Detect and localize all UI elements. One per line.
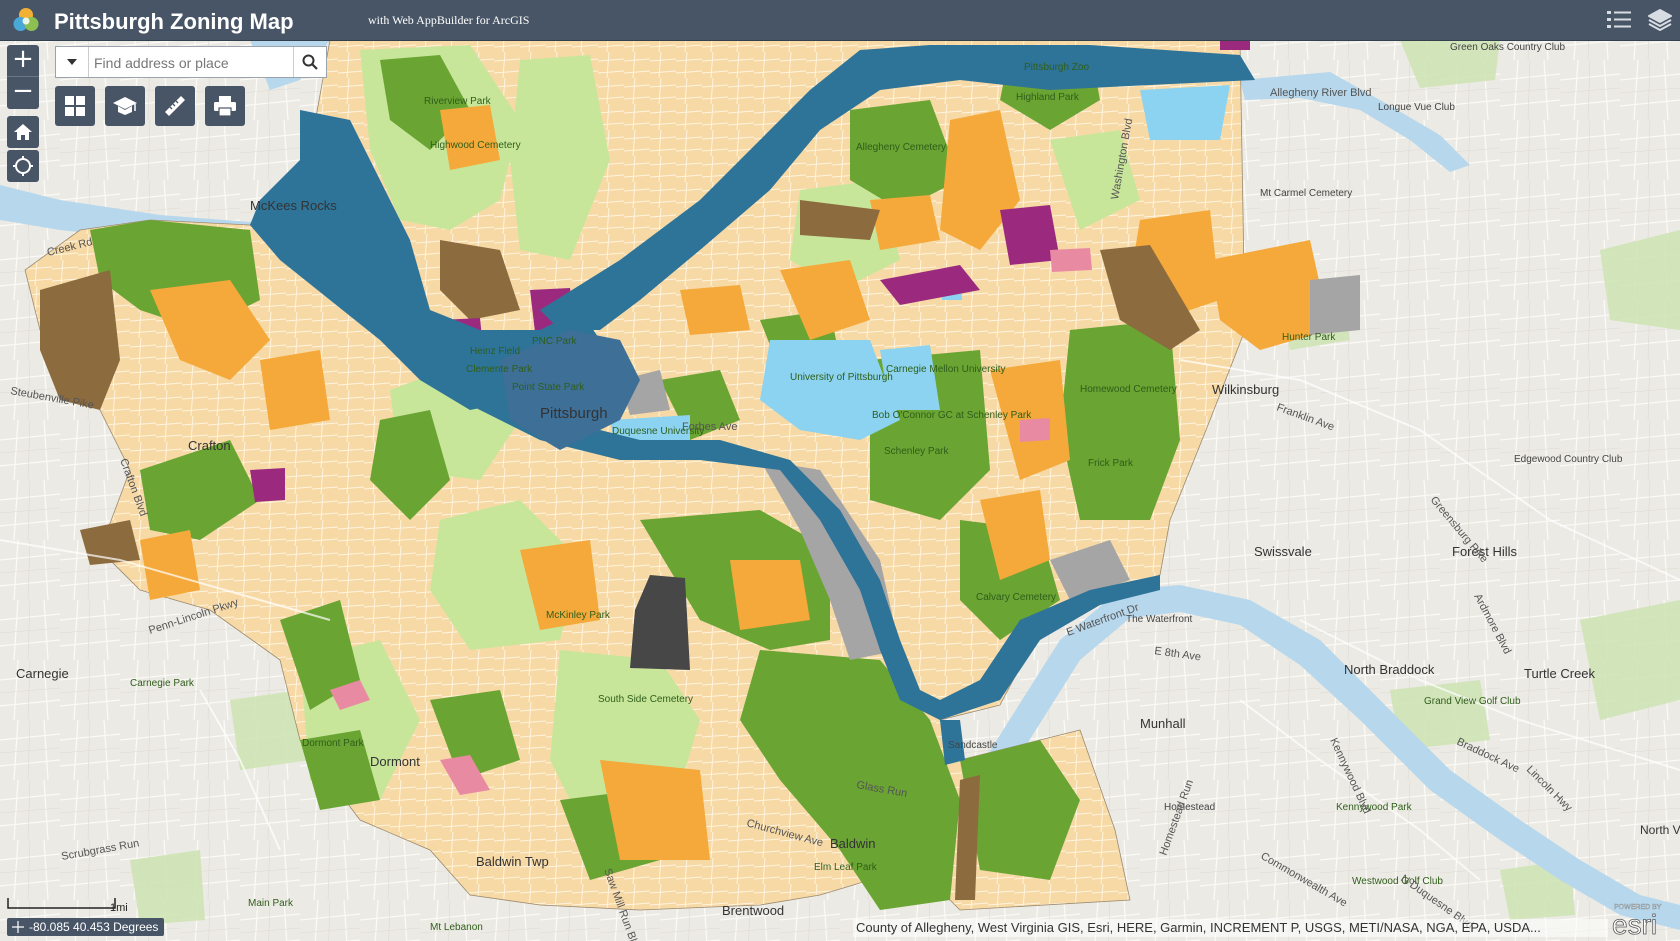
- park-label: Riverview Park: [424, 96, 492, 107]
- measurement-button[interactable]: [155, 86, 195, 126]
- place-label: Turtle Creek: [1524, 666, 1596, 681]
- park-label: Westwood Golf Club: [1352, 876, 1443, 887]
- search-widget: [55, 46, 327, 78]
- park-label: Bob O'Connor GC at Schenley Park: [872, 410, 1032, 421]
- attribution: County of Allegheny, West Virginia GIS, …: [853, 919, 1608, 937]
- zoom-out-button[interactable]: −: [7, 77, 39, 108]
- place-label: North Braddock: [1344, 662, 1435, 677]
- road-label: Allegheny River Blvd: [1270, 87, 1372, 99]
- locate-icon: [13, 156, 33, 176]
- place-label: North Versailles: [1640, 823, 1680, 837]
- layers-icon[interactable]: [1645, 6, 1675, 34]
- home-button[interactable]: [7, 116, 39, 148]
- park-label: Carnegie Mellon University: [886, 364, 1006, 375]
- park-label: Schenley Park: [884, 446, 949, 457]
- park-label: McKinley Park: [546, 610, 611, 621]
- grid-icon: [65, 96, 85, 116]
- park-label: Grand View Golf Club: [1424, 696, 1521, 707]
- coordinate-text: -80.085 40.453 Degrees: [29, 920, 159, 934]
- place-label: Pittsburgh: [540, 405, 608, 422]
- park-label: Calvary Cemetery: [976, 592, 1056, 603]
- park-label: South Side Cemetery: [598, 694, 693, 705]
- search-button[interactable]: [293, 47, 326, 77]
- search-source-dropdown[interactable]: [56, 47, 89, 77]
- park-label: Point State Park: [512, 382, 585, 393]
- park-label: Clemente Park: [466, 364, 533, 375]
- place-label: Longue Vue Club: [1378, 102, 1455, 113]
- zoom-control: + −: [7, 45, 39, 109]
- place-label: Wilkinsburg: [1212, 382, 1279, 397]
- app-logo-icon: [13, 8, 39, 31]
- home-icon: [14, 124, 32, 140]
- park-label: PNC Park: [532, 336, 577, 347]
- print-icon: [214, 96, 236, 117]
- crosshair-icon: [12, 921, 24, 933]
- park-label: Kennywood Park: [1336, 802, 1413, 813]
- ruler-icon: [165, 96, 185, 116]
- place-label: Swissvale: [1254, 544, 1312, 559]
- app-header: Pittsburgh Zoning Map with Web AppBuilde…: [0, 0, 1680, 41]
- about-button[interactable]: [105, 86, 145, 126]
- place-label: Carnegie: [16, 666, 69, 681]
- road-label: Forbes Ave: [682, 421, 737, 433]
- chevron-down-icon: [67, 59, 77, 65]
- place-label: Dormont: [370, 754, 420, 769]
- park-label: Heinz Field: [470, 346, 520, 357]
- graduation-cap-icon: [113, 97, 137, 115]
- scale-bar: [7, 898, 116, 909]
- zoning-map[interactable]: Pittsburgh McKees Rocks Crafton Carnegie…: [0, 41, 1680, 941]
- park-label: Highland Park: [1016, 92, 1080, 103]
- park-label: Hunter Park: [1282, 332, 1336, 343]
- place-label: Baldwin: [830, 836, 876, 851]
- esri-logo-icon: POWERED BY esri: [1612, 904, 1662, 938]
- search-icon: [302, 54, 318, 70]
- place-label: Mt Carmel Cemetery: [1260, 188, 1352, 199]
- zoom-in-button[interactable]: +: [7, 45, 39, 77]
- place-label: The Waterfront: [1126, 614, 1193, 625]
- place-label: Sandcastle: [948, 740, 998, 751]
- park-label: Main Park: [248, 898, 294, 909]
- place-label: McKees Rocks: [250, 198, 337, 213]
- park-label: Carnegie Park: [130, 678, 195, 689]
- app-title: Pittsburgh Zoning Map: [54, 9, 294, 34]
- app-subtitle: with Web AppBuilder for ArcGIS: [368, 13, 530, 27]
- place-label: Baldwin Twp: [476, 854, 549, 869]
- park-label: Dormont Park: [302, 738, 365, 749]
- place-label: Edgewood Country Club: [1514, 454, 1623, 465]
- park-label: Elm Leaf Park: [814, 862, 878, 873]
- park-label: Allegheny Cemetery: [856, 142, 946, 153]
- locate-button[interactable]: [7, 150, 39, 182]
- park-label: University of Pittsburgh: [790, 372, 893, 383]
- print-button[interactable]: [205, 86, 245, 126]
- park-label: Homewood Cemetery: [1080, 384, 1177, 395]
- svg-text:esri: esri: [1612, 909, 1657, 938]
- search-input[interactable]: [92, 51, 288, 75]
- place-label: Munhall: [1140, 716, 1186, 731]
- park-label: Frick Park: [1088, 458, 1134, 469]
- place-label: Green Oaks Country Club: [1450, 42, 1565, 53]
- park-label: Pittsburgh Zoo: [1024, 62, 1089, 73]
- park-label: Mt Lebanon: [430, 922, 483, 933]
- basemap-gallery-button[interactable]: [55, 86, 95, 126]
- scale-label: 1mi: [110, 902, 128, 914]
- place-label: Brentwood: [722, 903, 784, 918]
- legend-list-icon[interactable]: [1604, 6, 1634, 34]
- park-label: Highwood Cemetery: [430, 140, 521, 151]
- map-canvas[interactable]: Pittsburgh McKees Rocks Crafton Carnegie…: [0, 41, 1680, 941]
- place-label: Crafton: [188, 438, 231, 453]
- coordinate-readout[interactable]: -80.085 40.453 Degrees: [7, 918, 165, 936]
